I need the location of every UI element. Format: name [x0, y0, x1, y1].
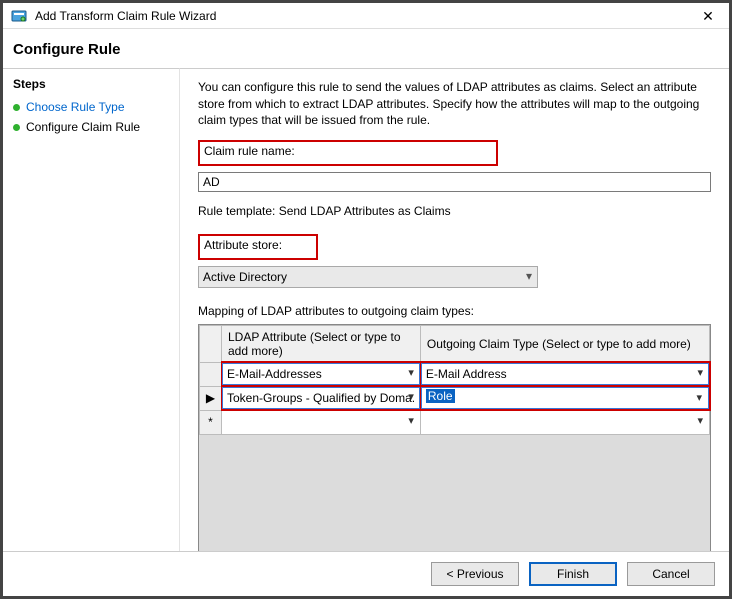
- attribute-store-select[interactable]: [198, 266, 538, 288]
- table-row: ▶ Role: [200, 386, 710, 410]
- steps-heading: Steps: [13, 77, 169, 91]
- ldap-attribute-select[interactable]: [222, 387, 420, 409]
- claim-rule-name-label: Claim rule name:: [204, 144, 492, 158]
- row-marker: ▶: [200, 386, 222, 410]
- step-choose-rule-type[interactable]: Choose Rule Type: [13, 97, 169, 117]
- description-text: You can configure this rule to send the …: [198, 79, 711, 128]
- table-row: [200, 362, 710, 386]
- outgoing-claim-select[interactable]: Role: [426, 389, 455, 403]
- wizard-icon: [9, 6, 29, 26]
- wizard-window: Add Transform Claim Rule Wizard ✕ Config…: [0, 0, 732, 599]
- row-header-blank: [200, 325, 222, 362]
- step-bullet-icon: [13, 124, 20, 131]
- finish-button[interactable]: Finish: [529, 562, 617, 586]
- main-panel: You can configure this rule to send the …: [179, 68, 729, 551]
- table-empty-area: [199, 435, 710, 551]
- outgoing-claim-select[interactable]: [421, 411, 709, 433]
- page-header: Configure Rule: [3, 29, 729, 68]
- table-row: *: [200, 410, 710, 434]
- cancel-button[interactable]: Cancel: [627, 562, 715, 586]
- claim-rule-name-input[interactable]: [198, 172, 711, 192]
- highlight-attr-store: Attribute store:: [198, 234, 318, 260]
- mapping-table: LDAP Attribute (Select or type to add mo…: [198, 324, 711, 551]
- previous-button[interactable]: < Previous: [431, 562, 519, 586]
- rule-template-text: Rule template: Send LDAP Attributes as C…: [198, 204, 711, 218]
- step-bullet-icon: [13, 104, 20, 111]
- col-ldap-attribute: LDAP Attribute (Select or type to add mo…: [222, 325, 421, 362]
- highlight-claim-rule: Claim rule name:: [198, 140, 498, 166]
- step-link[interactable]: Choose Rule Type: [26, 100, 125, 114]
- step-configure-claim-rule: Configure Claim Rule: [13, 117, 169, 137]
- steps-sidebar: Steps Choose Rule Type Configure Claim R…: [3, 68, 179, 551]
- outgoing-claim-select[interactable]: [421, 363, 709, 385]
- ldap-attribute-select[interactable]: [222, 411, 420, 433]
- step-current: Configure Claim Rule: [26, 120, 140, 134]
- footer: < Previous Finish Cancel: [3, 551, 729, 596]
- attribute-store-label: Attribute store:: [204, 238, 312, 252]
- attribute-store-select-wrap: [198, 266, 538, 288]
- ldap-attribute-select[interactable]: [222, 363, 420, 385]
- mapping-heading: Mapping of LDAP attributes to outgoing c…: [198, 304, 711, 318]
- col-outgoing-claim: Outgoing Claim Type (Select or type to a…: [420, 325, 709, 362]
- titlebar: Add Transform Claim Rule Wizard ✕: [3, 3, 729, 29]
- close-icon[interactable]: ✕: [693, 7, 723, 25]
- row-marker: *: [200, 410, 222, 434]
- row-marker: [200, 362, 222, 386]
- window-title: Add Transform Claim Rule Wizard: [35, 9, 693, 23]
